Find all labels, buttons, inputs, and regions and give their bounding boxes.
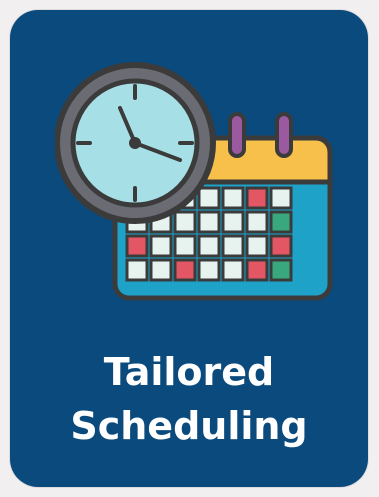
- title-line-1: Tailored: [103, 350, 275, 394]
- clock-icon: [54, 62, 216, 224]
- title-line-2: Scheduling: [70, 404, 308, 448]
- feature-card: Tailored Scheduling: [10, 10, 368, 487]
- clock-calendar-icon: [54, 48, 335, 308]
- card-title: Tailored Scheduling: [10, 345, 368, 453]
